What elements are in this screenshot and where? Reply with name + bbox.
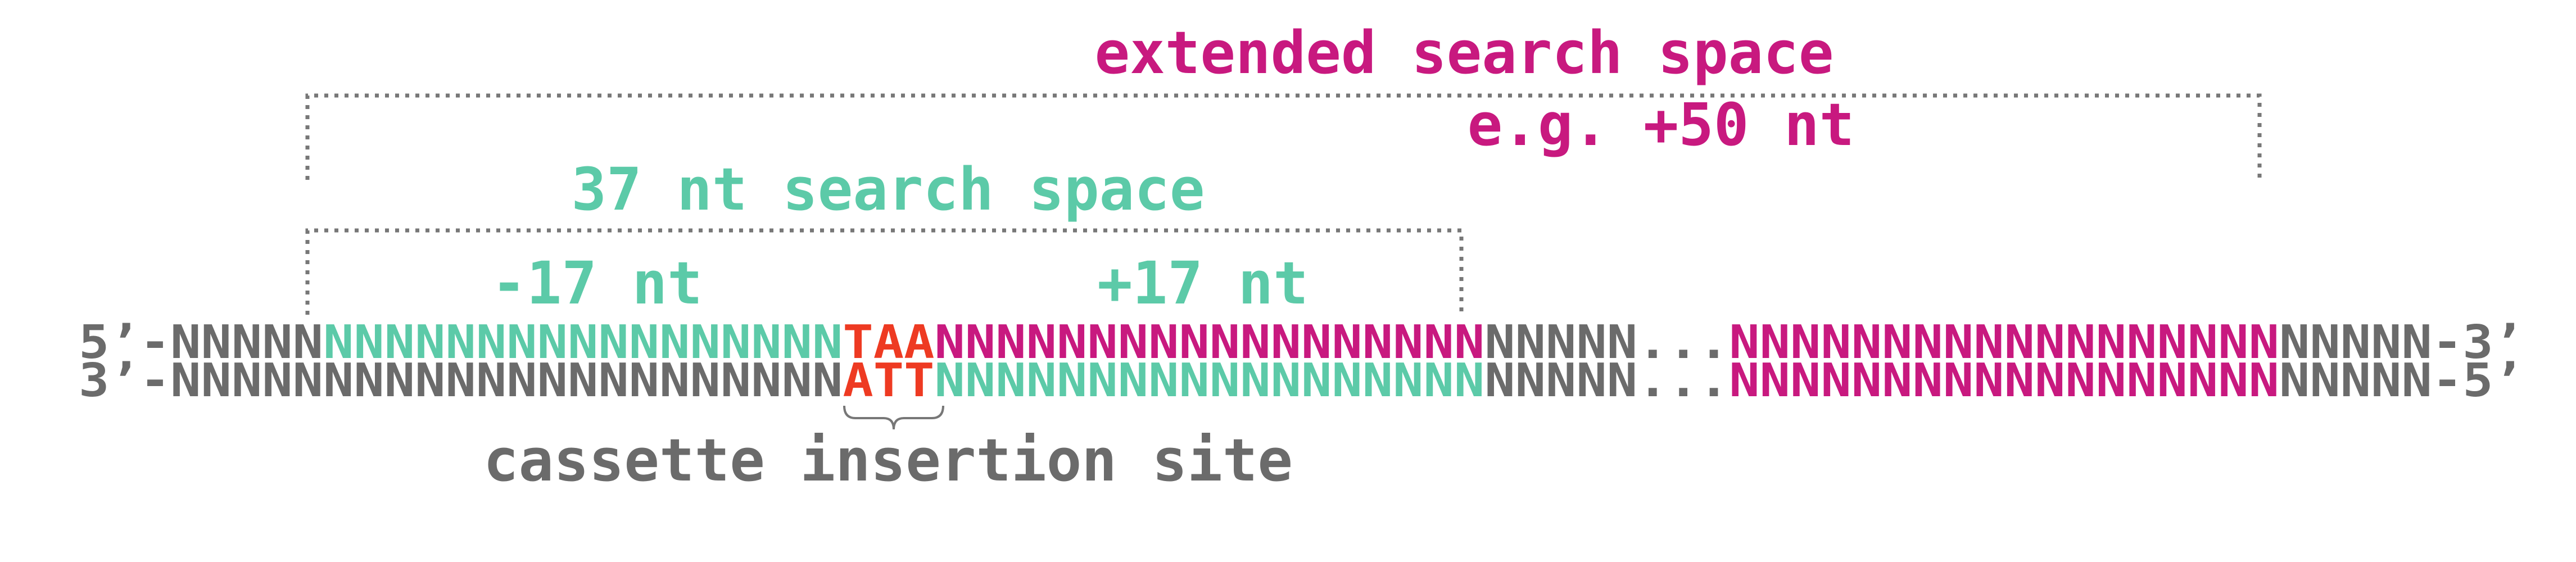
bottom-strand-segment-grey: NNNNN...	[1484, 354, 1729, 407]
bottom-strand-segment-red: ATT	[843, 354, 934, 407]
bottom-strand-segment-grey: NNNNN-5’	[2279, 354, 2524, 407]
bottom-strand-segment-magenta: NNNNNNNNNNNNNNNNNN	[1729, 354, 2279, 407]
extended-search-example: e.g. +50 nt	[1468, 90, 1855, 159]
insertion-site-diagram: extended search space e.g. +50 nt 37 nt …	[79, 19, 2524, 495]
search-space-title: 37 nt search space	[571, 155, 1205, 224]
bottom-strand-segment-grey: 3’-NNNNNNNNNNNNNNNNNNNNNN	[79, 354, 843, 407]
downstream-window-label: +17 nt	[1097, 249, 1309, 318]
upstream-window-label: -17 nt	[491, 249, 703, 318]
bottom-strand-sequence: 3’-NNNNNNNNNNNNNNNNNNNNNN ATT NNNNNNNNNNNN…	[79, 354, 2524, 407]
bottom-strand-segment-teal: NNNNNNNNNNNNNNNNNN	[934, 354, 1484, 407]
insertion-site-label: cassette insertion site	[483, 426, 1293, 495]
extended-search-title: extended search space	[1095, 19, 1834, 87]
